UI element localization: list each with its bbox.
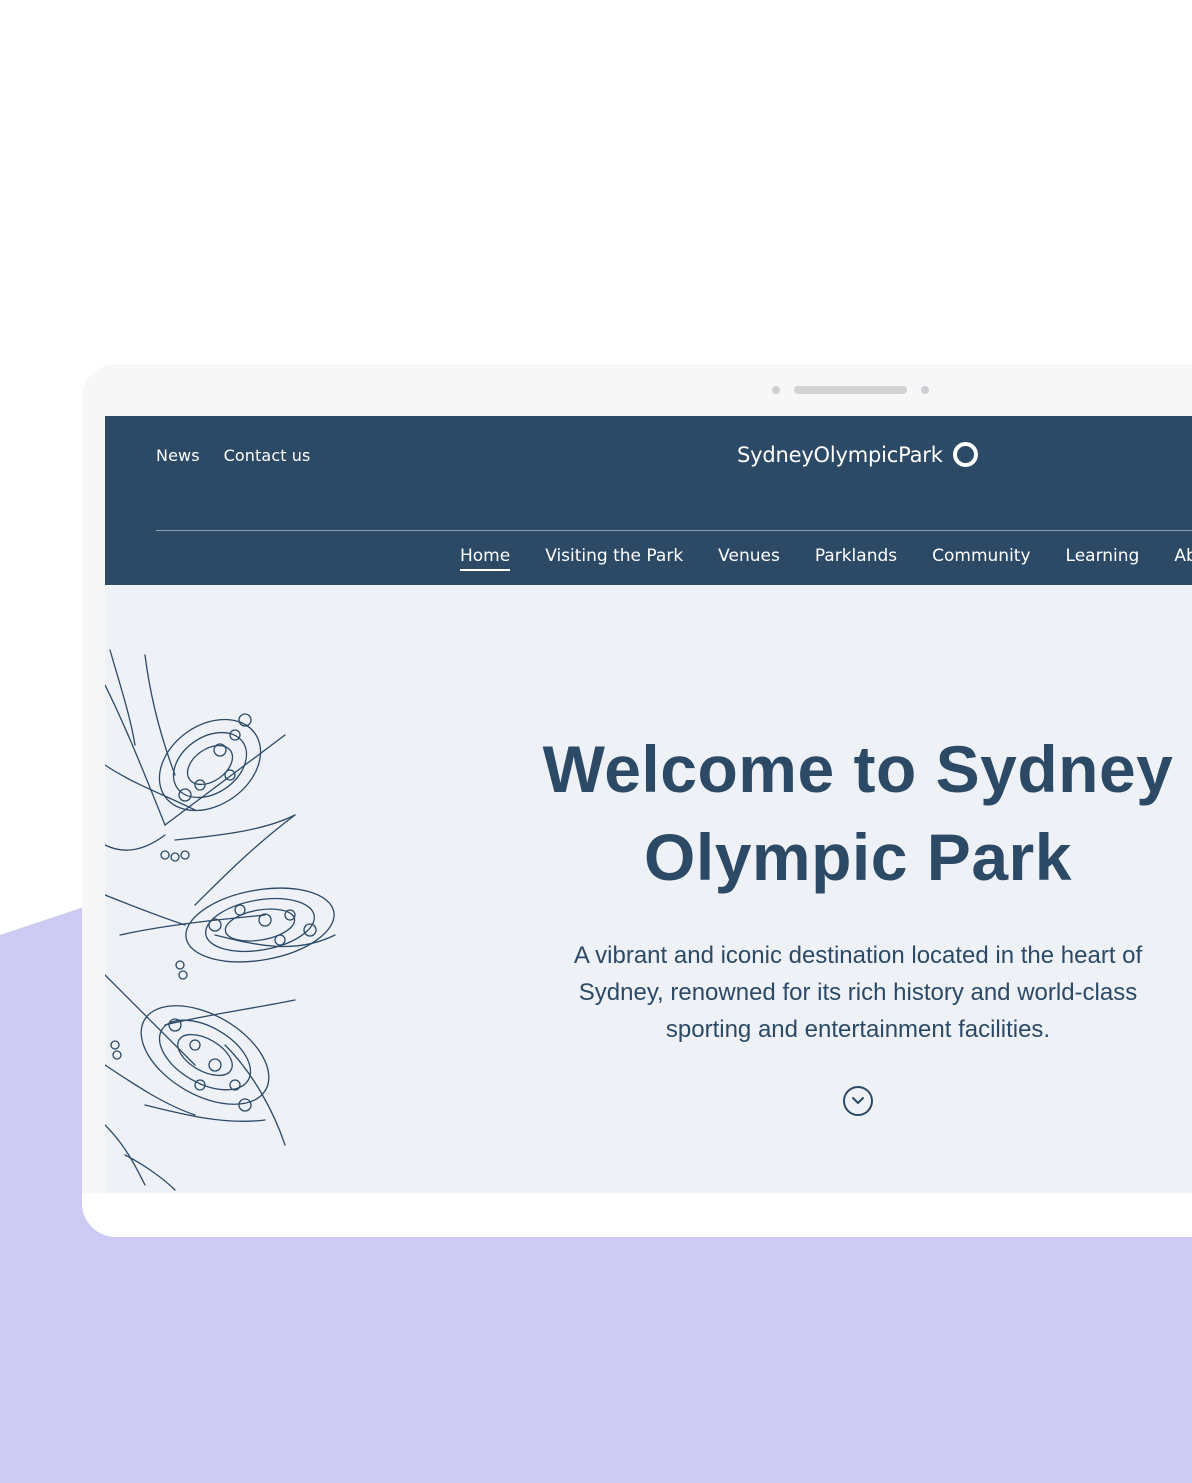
- nav-item-learning[interactable]: Learning: [1066, 546, 1140, 571]
- camera-dot-icon: [772, 386, 780, 394]
- tablet-camera-bar: [772, 386, 929, 394]
- nav-item-community[interactable]: Community: [932, 546, 1030, 571]
- nav-item-parklands[interactable]: Parklands: [815, 546, 897, 571]
- nav-item-about[interactable]: About: [1174, 546, 1192, 571]
- header-divider: [156, 530, 1192, 531]
- hero-title: Welcome to Sydney Olympic Park: [542, 732, 1174, 894]
- utility-nav: News Contact us: [156, 446, 310, 465]
- news-link[interactable]: News: [156, 446, 200, 465]
- speaker-slot: [794, 386, 907, 394]
- grevillea-flower-illustration: [105, 649, 336, 1191]
- chevron-down-icon: [852, 1097, 864, 1104]
- tablet-device-frame: News Contact us SydneyOlympicPark Home V…: [82, 364, 1192, 1237]
- scroll-down-button[interactable]: [843, 1086, 873, 1116]
- hero-content: Welcome to Sydney Olympic Park A vibrant…: [540, 725, 1176, 1048]
- tablet-bottom-bezel: [82, 1193, 1192, 1237]
- main-nav: Home Visiting the Park Venues Parklands …: [460, 546, 1192, 571]
- nav-item-visiting-the-park[interactable]: Visiting the Park: [545, 546, 683, 571]
- logo-ring-icon: [952, 442, 978, 467]
- contact-us-link[interactable]: Contact us: [224, 446, 311, 465]
- site-header: News Contact us SydneyOlympicPark Home V…: [105, 416, 1192, 585]
- website-screen: News Contact us SydneyOlympicPark Home V…: [105, 416, 1192, 1193]
- nav-item-venues[interactable]: Venues: [718, 546, 780, 571]
- nav-item-home[interactable]: Home: [460, 546, 511, 571]
- sensor-dot-icon: [921, 386, 929, 394]
- site-logo[interactable]: SydneyOlympicPark: [737, 442, 978, 467]
- hero-subtitle: A vibrant and iconic destination located…: [573, 942, 1143, 1043]
- logo-text: SydneyOlympicPark: [737, 442, 943, 467]
- hero-section: Welcome to Sydney Olympic Park A vibrant…: [105, 585, 1192, 1193]
